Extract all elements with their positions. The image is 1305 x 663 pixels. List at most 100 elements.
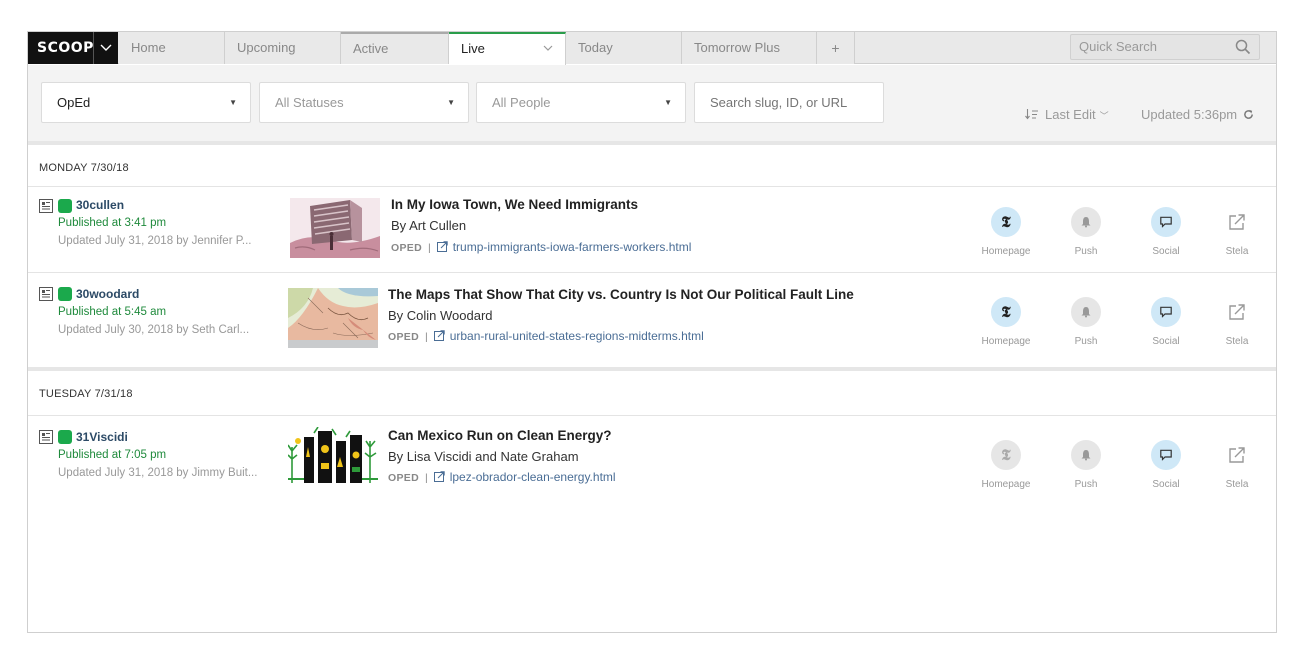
push-action[interactable]: Push <box>1056 297 1116 347</box>
people-select-value: All People <box>492 95 551 110</box>
push-label: Push <box>1074 246 1098 257</box>
story-row[interactable]: 30cullen Published at 3:41 pm Updated Ju… <box>28 187 1276 273</box>
app-menu-button[interactable] <box>94 32 118 64</box>
article-icon <box>39 430 53 444</box>
push-action[interactable]: Push <box>1056 207 1116 257</box>
stela-label: Stela <box>1225 336 1249 347</box>
people-select[interactable]: All People ▼ <box>476 82 686 123</box>
homepage-circle: 𝕿 <box>991 207 1021 237</box>
story-meta: OPED | urban-rural-united-states-regions-m… <box>388 329 704 343</box>
stela-label: Stela <box>1225 479 1249 490</box>
story-thumbnail[interactable] <box>288 288 378 348</box>
social-action[interactable]: Social <box>1136 440 1196 490</box>
refresh-icon[interactable] <box>1243 109 1254 120</box>
stela-action[interactable]: Stela <box>1207 440 1267 490</box>
stela-action[interactable]: Stela <box>1207 297 1267 347</box>
story-url[interactable]: urban-rural-united-states-regions-midter… <box>450 329 704 343</box>
status-select[interactable]: All Statuses ▼ <box>259 82 469 123</box>
homepage-label: Homepage <box>981 479 1031 490</box>
article-icon <box>39 199 53 213</box>
homepage-action[interactable]: 𝕿 Homepage <box>976 440 1036 490</box>
tab-tomorrow-plus[interactable]: Tomorrow Plus <box>682 32 817 64</box>
stela-box <box>1222 440 1252 470</box>
homepage-action[interactable]: 𝕿 Homepage <box>976 297 1036 347</box>
add-tab-button[interactable]: + <box>817 32 855 64</box>
scoop-window: SCOOP Home Upcoming Active Live Today To… <box>27 31 1277 633</box>
story-url[interactable]: lpez-obrador-clean-energy.html <box>450 470 616 484</box>
story-thumbnail[interactable] <box>288 427 378 487</box>
sort-icon <box>1025 109 1038 120</box>
chevron-down-icon: ﹀ <box>1099 111 1109 121</box>
story-row[interactable]: 30woodard Published at 5:45 am Updated J… <box>28 273 1276 367</box>
push-label: Push <box>1074 336 1098 347</box>
updated-by: Updated July 30, 2018 by Seth Carl... <box>58 324 250 336</box>
tab-bar: SCOOP Home Upcoming Active Live Today To… <box>28 32 1276 65</box>
push-action[interactable]: Push <box>1056 440 1116 490</box>
refresh-status[interactable]: Updated 5:36pm <box>1141 107 1254 122</box>
tab-active[interactable]: Active <box>341 32 449 64</box>
nyt-logo-icon: 𝕿 <box>1001 446 1011 464</box>
push-label: Push <box>1074 479 1098 490</box>
story-url[interactable]: trump-immigrants-iowa-farmers-workers.ht… <box>453 240 692 254</box>
filter-bar: OpEd ▼ All Statuses ▼ All People ▼ Last … <box>28 65 1276 145</box>
stela-box <box>1222 207 1252 237</box>
tab-upcoming[interactable]: Upcoming <box>225 32 341 64</box>
published-time: Published at 3:41 pm <box>58 217 167 229</box>
story-thumbnail[interactable] <box>290 198 380 258</box>
updated-by: Updated July 31, 2018 by Jennifer P... <box>58 235 252 247</box>
story-slug[interactable]: 30cullen <box>76 198 124 212</box>
desk-label: OPED <box>391 242 422 254</box>
chevron-down-icon[interactable] <box>543 44 553 52</box>
story-meta: OPED | trump-immigrants-iowa-farmers-worke… <box>391 240 692 254</box>
quick-search-input[interactable]: Quick Search <box>1070 34 1260 60</box>
bell-icon <box>1081 307 1091 318</box>
story-slug[interactable]: 31Viscidi <box>76 430 128 444</box>
slug-search-input[interactable] <box>694 82 884 123</box>
day-header: MONDAY 7/30/18 <box>28 149 1276 187</box>
article-icon <box>39 287 53 301</box>
search-icon[interactable] <box>1235 39 1251 55</box>
tab-live[interactable]: Live <box>449 32 566 65</box>
status-indicator <box>58 287 72 301</box>
social-label: Social <box>1152 479 1180 490</box>
desk-select[interactable]: OpEd ▼ <box>41 82 251 123</box>
desk-label: OPED <box>388 472 419 484</box>
story-meta: OPED | lpez-obrador-clean-energy.html <box>388 470 616 484</box>
story-byline: By Colin Woodard <box>388 308 493 323</box>
stela-box <box>1222 297 1252 327</box>
social-label: Social <box>1152 246 1180 257</box>
story-headline[interactable]: The Maps That Show That City vs. Country… <box>388 287 854 302</box>
status-indicator <box>58 199 72 213</box>
story-row[interactable]: 31Viscidi Published at 7:05 pm Updated J… <box>28 416 1276 506</box>
tab-today[interactable]: Today <box>566 32 682 64</box>
push-circle <box>1071 207 1101 237</box>
external-link-icon <box>436 241 448 252</box>
homepage-action[interactable]: 𝕿 Homepage <box>976 207 1036 257</box>
story-slug[interactable]: 30woodard <box>76 287 139 301</box>
caret-down-icon: ▼ <box>447 98 455 107</box>
stela-action[interactable]: Stela <box>1207 207 1267 257</box>
homepage-circle: 𝕿 <box>991 440 1021 470</box>
nyt-logo-icon: 𝕿 <box>1001 213 1011 231</box>
story-headline[interactable]: In My Iowa Town, We Need Immigrants <box>391 197 638 212</box>
homepage-label: Homepage <box>981 336 1031 347</box>
external-link-icon <box>433 471 445 482</box>
social-circle <box>1151 207 1181 237</box>
stela-label: Stela <box>1225 246 1249 257</box>
homepage-circle: 𝕿 <box>991 297 1021 327</box>
tab-live-label: Live <box>461 41 485 56</box>
sort-dropdown[interactable]: Last Edit ﹀ <box>1025 107 1109 122</box>
story-headline[interactable]: Can Mexico Run on Clean Energy? <box>388 428 612 443</box>
desk-label: OPED <box>388 331 419 343</box>
nyt-logo-icon: 𝕿 <box>1001 303 1011 321</box>
bell-icon <box>1081 217 1091 228</box>
social-action[interactable]: Social <box>1136 297 1196 347</box>
caret-down-icon: ▼ <box>229 98 237 107</box>
social-action[interactable]: Social <box>1136 207 1196 257</box>
scoop-logo[interactable]: SCOOP <box>28 32 94 64</box>
tab-home[interactable]: Home <box>119 32 225 64</box>
sort-label: Last Edit <box>1045 107 1096 122</box>
comment-icon <box>1160 449 1172 461</box>
updated-by: Updated July 31, 2018 by Jimmy Buit... <box>58 467 258 479</box>
social-circle <box>1151 440 1181 470</box>
